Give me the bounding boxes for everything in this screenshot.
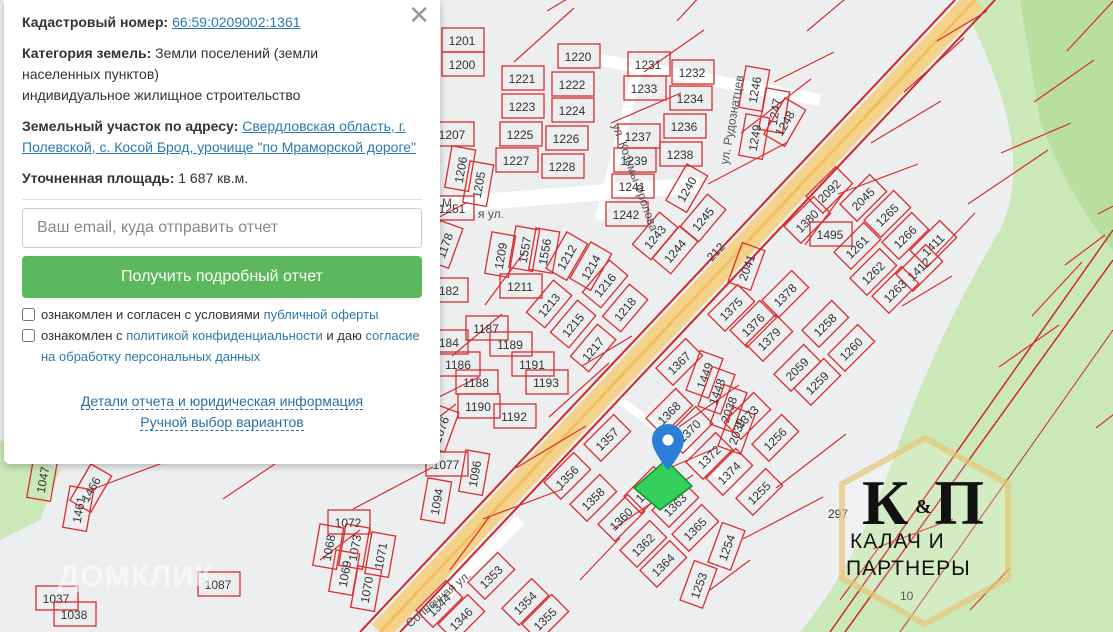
area-value: 1 687 кв.м. (178, 170, 249, 186)
parcel-number: 1231 (635, 58, 662, 72)
parcel-number: 1238 (667, 148, 694, 162)
cadastral-label: Кадастровый номер: (22, 14, 169, 30)
parcel-number: 1224 (559, 104, 586, 118)
address-row: Земельный участок по адресу: Свердловска… (22, 116, 422, 158)
category-value-1: Земли поселений (земли (155, 45, 319, 61)
address-label: Земельный участок по адресу: (22, 118, 239, 134)
close-icon[interactable]: ✕ (408, 2, 430, 28)
logo-line2: ПАРТНЕРЫ (846, 557, 971, 580)
cadastral-number-link[interactable]: 66:59:0209002:1361 (172, 14, 300, 30)
parcel-number: 1226 (553, 132, 580, 146)
parcel-number: 1222 (559, 78, 586, 92)
permitted-use: индивидуальное жилищное строительство (22, 87, 301, 103)
consent-privacy-text-a: ознакомлен с (41, 328, 123, 343)
street-label-m: М (442, 196, 452, 210)
parcel-number: 1236 (671, 120, 698, 134)
parcel-number: 1072 (335, 516, 362, 530)
parcel-number: 1200 (449, 58, 476, 72)
category-value-2: населенных пунктов) (22, 66, 159, 82)
parcel-number: 1037 (43, 592, 70, 606)
parcel-number: 1220 (565, 50, 592, 64)
parcel-number: 1225 (507, 128, 534, 142)
parcel-number: 1207 (439, 128, 466, 142)
divider (22, 199, 422, 200)
public-offer-link[interactable]: публичной оферты (264, 307, 379, 322)
report-details-link[interactable]: Детали отчета и юридическая информация (80, 393, 364, 410)
consent-offer-checkbox[interactable] (22, 308, 35, 321)
consent-privacy-checkbox[interactable] (22, 329, 35, 342)
logo-line1: КАЛАЧ И (850, 530, 945, 553)
cadastral-row: Кадастровый номер: 66:59:0209002:1361 (22, 12, 422, 33)
email-input[interactable] (22, 208, 422, 248)
parcel-number: 1188 (463, 376, 489, 390)
manual-selection-link[interactable]: Ручной выбор вариантов (140, 414, 304, 431)
parcel-number: 1232 (679, 66, 706, 80)
consent-privacy: ознакомлен с политикой конфиденциальност… (22, 325, 422, 367)
bottom-links: Детали отчета и юридическая информация Р… (22, 391, 422, 433)
parcel-number: 1192 (501, 410, 527, 424)
consent-offer-text: ознакомлен и согласен с условиями (41, 307, 260, 322)
parcel-number: 1201 (449, 34, 476, 48)
parcel-number: 1193 (533, 376, 559, 390)
parcel-number: 1233 (631, 82, 658, 96)
street-label-ya: я ул. (478, 207, 504, 221)
parcel-number: 1228 (549, 160, 576, 174)
consent-offer: ознакомлен и согласен с условиями публич… (22, 304, 422, 325)
privacy-policy-link[interactable]: политикой конфиденциальности (126, 328, 323, 343)
area-label: Уточненная площадь: (22, 170, 175, 186)
parcel-number: 1242 (613, 208, 640, 222)
parcel-number: 1190 (465, 400, 491, 414)
parcel-number: 1211 (507, 280, 533, 294)
parcel-number: 1189 (497, 338, 523, 352)
category-row: Категория земель: Земли поселений (земли… (22, 43, 422, 106)
parcel-info-panel: ✕ Кадастровый номер: 66:59:0209002:1361 … (4, 0, 440, 464)
consent-privacy-text-b: и даю (326, 328, 362, 343)
parcel-number: 1221 (509, 72, 536, 86)
watermark: ДОМКЛИК (58, 560, 214, 593)
get-report-button[interactable]: Получить подробный отчет (22, 256, 422, 298)
parcel-number: 1223 (509, 100, 536, 114)
category-label: Категория земель: (22, 45, 152, 61)
parcel-number: 1495 (817, 228, 844, 242)
logo-ampersand: & (915, 496, 932, 518)
parcel-number: 1227 (503, 154, 530, 168)
parcel-number: 1187 (473, 322, 499, 336)
area-row: Уточненная площадь: 1 687 кв.м. (22, 168, 422, 189)
parcel-number: 1234 (677, 92, 704, 106)
parcel-number: 1038 (61, 608, 88, 622)
